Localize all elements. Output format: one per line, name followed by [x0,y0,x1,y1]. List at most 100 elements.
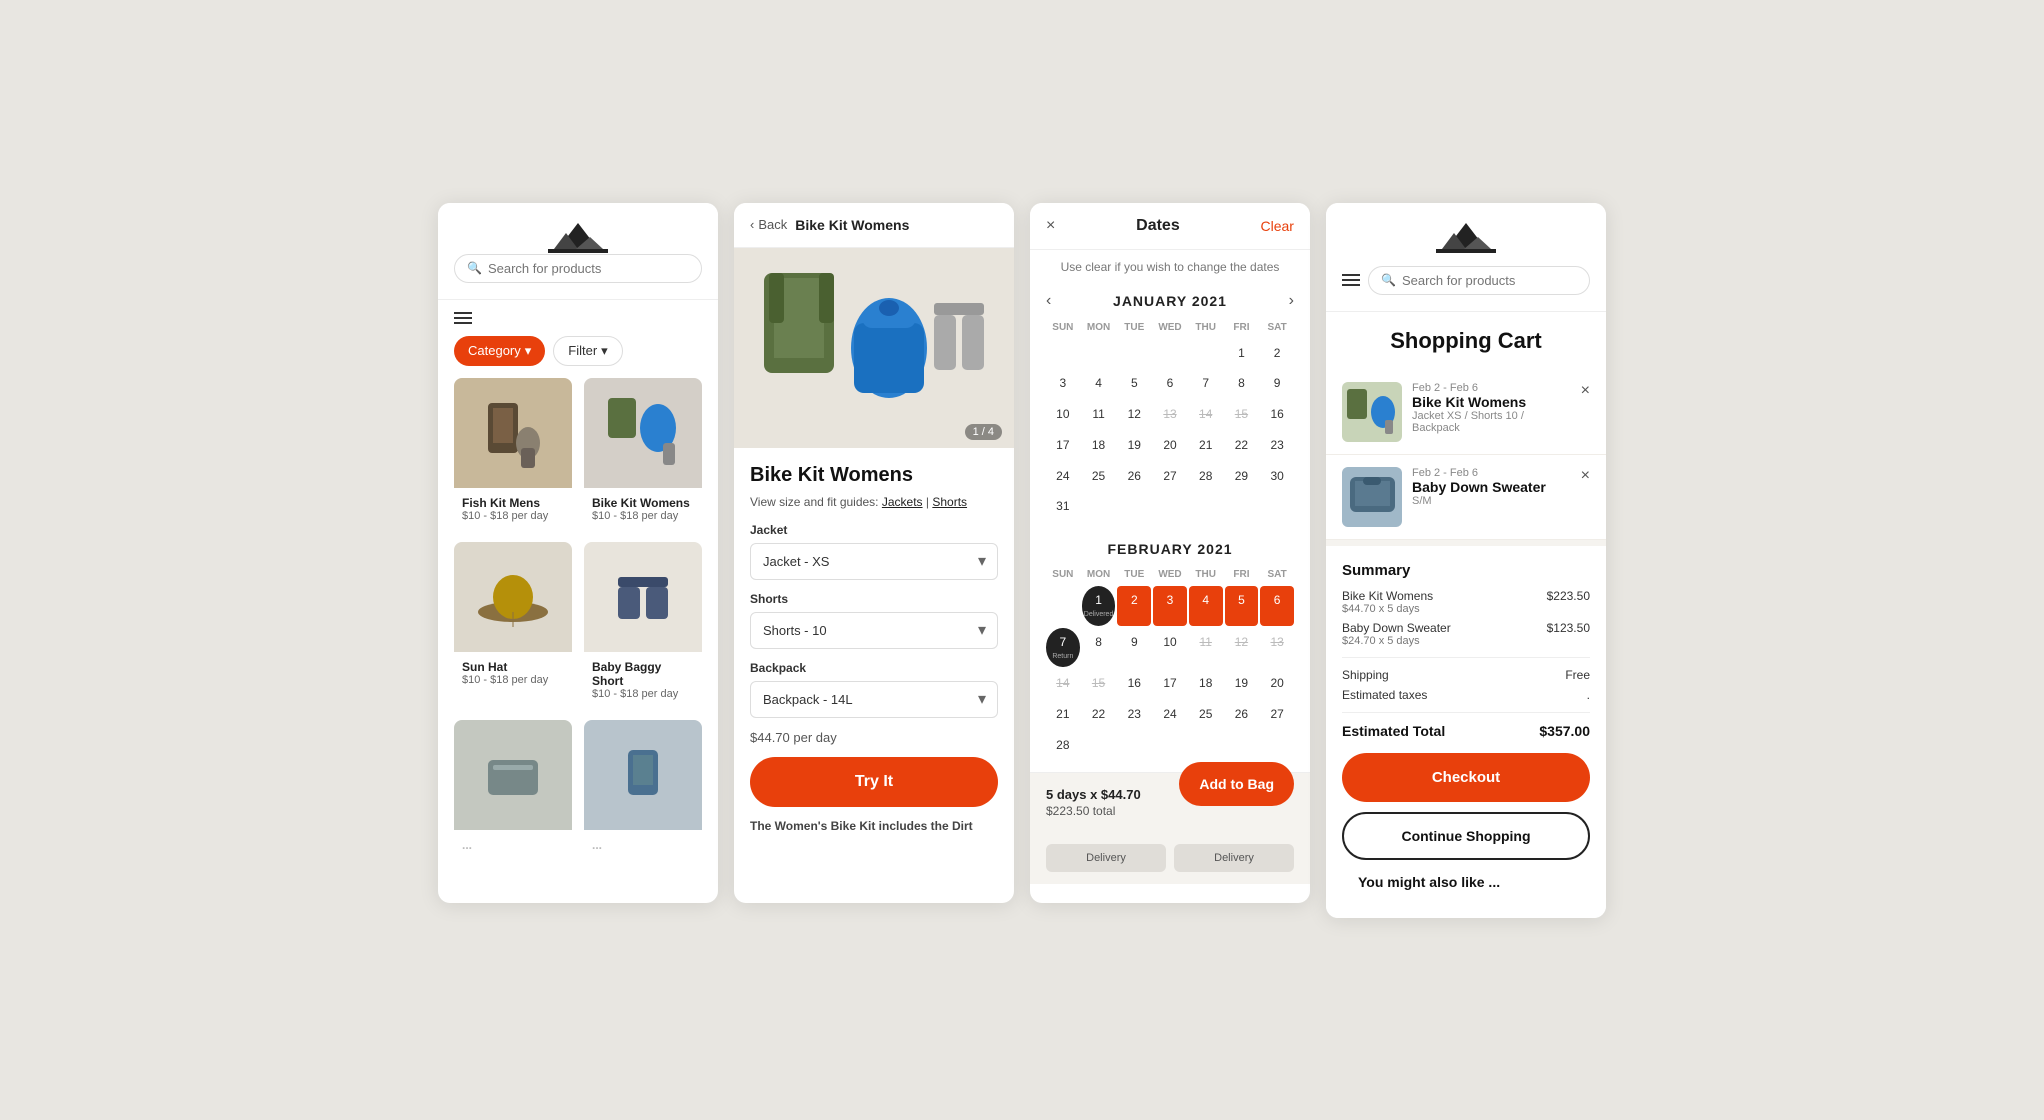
cal-day[interactable]: 19 [1225,669,1259,698]
cart-item-image [1342,382,1402,442]
delivery-tab-1[interactable]: Delivery [1046,844,1166,872]
cal-day-return[interactable]: 7Return [1046,628,1080,668]
cal-day[interactable]: 4 [1082,369,1116,398]
cal-day[interactable]: 27 [1153,462,1187,491]
cal-day[interactable]: 24 [1153,700,1187,729]
clear-button[interactable]: Clear [1261,218,1294,234]
product-card[interactable]: Bike Kit Womens $10 - $18 per day [584,378,702,530]
cal-day[interactable]: 2 [1260,339,1294,368]
prev-month-button[interactable]: ‹ [1046,292,1051,310]
january-nav: ‹ JANUARY 2021 › [1046,284,1294,318]
product-card[interactable]: ... [454,720,572,860]
cal-day[interactable]: 5 [1225,586,1259,626]
add-to-bag-button[interactable]: Add to Bag [1179,762,1294,806]
cal-day[interactable]: 22 [1225,431,1259,460]
product-price: $10 - $18 per day [592,510,694,522]
cal-day[interactable]: 7 [1189,369,1223,398]
jacket-select[interactable]: Jacket - XS Jacket - S Jacket - M Jacket… [750,543,998,580]
cal-day[interactable]: 6 [1260,586,1294,626]
cal-day[interactable]: 24 [1046,462,1080,491]
cal-day[interactable]: 3 [1153,586,1187,626]
cal-day[interactable]: 3 [1046,369,1080,398]
item5-illustration [478,740,548,810]
screen-shopping-cart: 🔍 Shopping Cart Feb 2 - Feb 6 Bike Kit W… [1326,203,1606,918]
cal-day[interactable]: 27 [1260,700,1294,729]
next-month-button[interactable]: › [1289,292,1294,310]
cal-day[interactable]: 25 [1189,700,1223,729]
cal-day[interactable]: 8 [1082,628,1116,668]
cal-day[interactable]: 21 [1189,431,1223,460]
product-card[interactable]: ... [584,720,702,860]
cal-day[interactable]: 21 [1046,700,1080,729]
dow-thu: THU [1189,565,1223,584]
shorts-link[interactable]: Shorts [932,495,967,509]
cal-day[interactable]: 26 [1225,700,1259,729]
backpack-select[interactable]: Backpack - 14L Backpack - 20L [750,681,998,718]
cal-day[interactable]: 25 [1082,462,1116,491]
cal-day[interactable]: 28 [1046,731,1080,760]
back-button[interactable]: ‹ Back [750,217,787,232]
cal-day[interactable]: 26 [1117,462,1151,491]
calendar-body: ‹ JANUARY 2021 › SUN MON TUE WED THU FRI… [1030,284,1310,772]
cal-day[interactable]: 17 [1046,431,1080,460]
search-input[interactable] [488,261,689,276]
cal-day[interactable]: 18 [1189,669,1223,698]
cal-day-delivered[interactable]: 1Delivered [1082,586,1116,626]
hamburger-menu[interactable] [454,312,472,324]
search-icon: 🔍 [467,261,482,275]
try-it-button[interactable]: Try It [750,757,998,807]
cal-day[interactable]: 4 [1189,586,1223,626]
cal-day[interactable]: 2 [1117,586,1151,626]
product-name: Bike Kit Womens [592,496,694,510]
cal-day[interactable]: 28 [1189,462,1223,491]
cal-day[interactable]: 10 [1153,628,1187,668]
summary-divider [1342,712,1590,713]
product-card[interactable]: Baby Baggy Short $10 - $18 per day [584,542,702,708]
search-bar[interactable]: 🔍 [1368,266,1590,295]
cal-day[interactable]: 8 [1225,369,1259,398]
cal-day[interactable]: 9 [1117,628,1151,668]
close-button[interactable]: × [1046,217,1055,235]
cal-day[interactable]: 19 [1117,431,1151,460]
cal-day[interactable]: 11 [1082,400,1116,429]
cal-day[interactable]: 6 [1153,369,1187,398]
baggy-short-illustration [603,557,683,637]
product-card[interactable]: Sun Hat $10 - $18 per day [454,542,572,708]
cal-day[interactable]: 5 [1117,369,1151,398]
cal-day[interactable]: 9 [1260,369,1294,398]
continue-shopping-button[interactable]: Continue Shopping [1342,812,1590,860]
cal-day[interactable]: 18 [1082,431,1116,460]
cal-day[interactable]: 22 [1082,700,1116,729]
delivery-tab-2[interactable]: Delivery [1174,844,1294,872]
hamburger-menu[interactable] [1342,274,1360,286]
product-name-heading: Bike Kit Womens [750,464,998,487]
cal-day[interactable]: 10 [1046,400,1080,429]
cal-day[interactable]: 16 [1260,400,1294,429]
cal-day[interactable]: 16 [1117,669,1151,698]
filter-button[interactable]: Filter ▾ [553,336,622,366]
cal-day[interactable]: 12 [1117,400,1151,429]
summary-item-label: Bike Kit Womens $44.70 x 5 days [1342,589,1433,615]
cal-day[interactable]: 17 [1153,669,1187,698]
cal-day[interactable]: 23 [1260,431,1294,460]
cal-day[interactable]: 1 [1225,339,1259,368]
cal-day[interactable]: 31 [1046,492,1080,521]
dow-sat: SAT [1260,318,1294,337]
shorts-select[interactable]: Shorts - 10 Shorts - 8 Shorts - 12 [750,612,998,649]
total-price: $223.50 total [1046,804,1141,818]
search-input[interactable] [1402,273,1577,288]
cal-day[interactable]: 20 [1260,669,1294,698]
remove-item-button[interactable]: × [1581,467,1590,485]
cal-day[interactable]: 20 [1153,431,1187,460]
search-bar[interactable]: 🔍 [454,254,702,283]
checkout-button[interactable]: Checkout [1342,753,1590,802]
category-button[interactable]: Category ▾ [454,336,545,366]
screen-product-detail: ‹ Back Bike Kit Womens [734,203,1014,903]
jackets-link[interactable]: Jackets [882,495,923,509]
product-card[interactable]: Fish Kit Mens $10 - $18 per day [454,378,572,530]
cal-day: 11 [1189,628,1223,668]
cal-day[interactable]: 23 [1117,700,1151,729]
cal-day[interactable]: 29 [1225,462,1259,491]
cal-day[interactable]: 30 [1260,462,1294,491]
remove-item-button[interactable]: × [1581,382,1590,400]
